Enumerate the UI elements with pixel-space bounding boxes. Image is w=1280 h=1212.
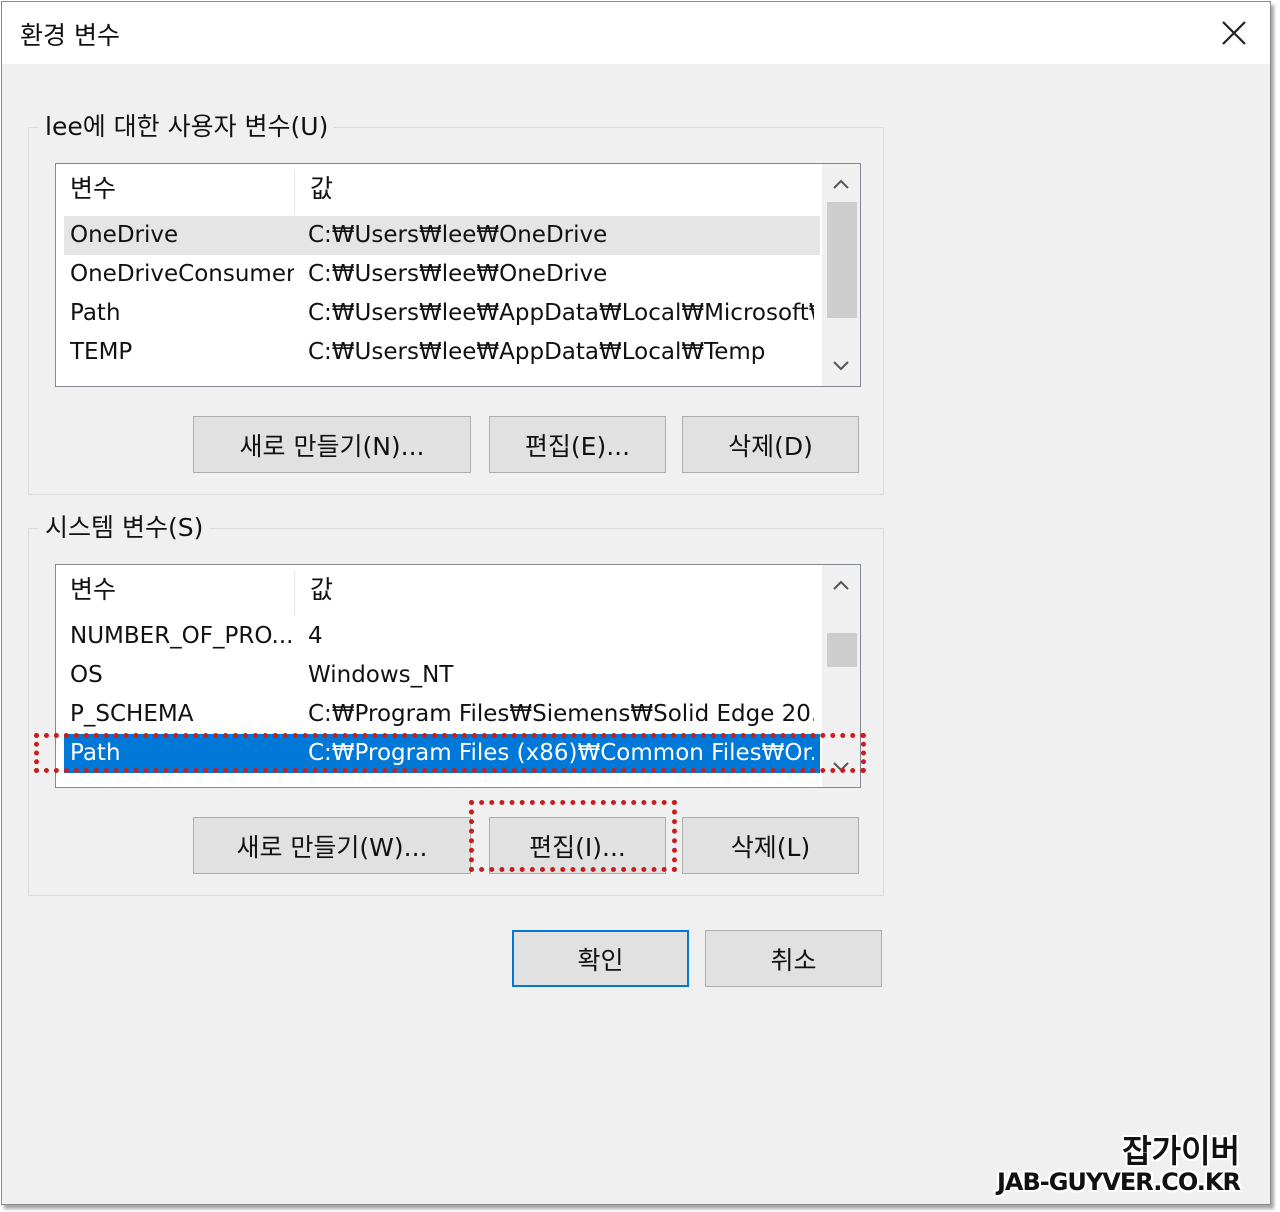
list-item-selected-path[interactable]: Path C:₩Program Files (x86)₩Common Files…: [64, 734, 820, 773]
variable-name: NUMBER_OF_PRO...: [70, 623, 294, 649]
variable-value: C:₩Users₩lee₩OneDrive: [308, 261, 608, 287]
list-item[interactable]: TEMP C:₩Users₩lee₩AppData₩Local₩Temp: [64, 333, 820, 372]
variable-name: OS: [70, 662, 103, 688]
vertical-scrollbar[interactable]: [822, 164, 860, 386]
system-variables-list[interactable]: 변수 값 NUMBER_OF_PRO... 4 OS Windows_NT P_…: [55, 564, 861, 788]
variable-name: Path: [70, 300, 121, 326]
system-new-button[interactable]: 새로 만들기(W)...: [193, 817, 471, 874]
vertical-scrollbar[interactable]: [822, 565, 860, 787]
chevron-down-icon: [833, 361, 849, 371]
column-header-value[interactable]: 값: [296, 565, 816, 615]
scroll-up-button[interactable]: [822, 164, 860, 204]
column-header-value[interactable]: 값: [296, 164, 816, 214]
close-button[interactable]: [1198, 2, 1270, 64]
system-delete-button[interactable]: 삭제(L): [682, 817, 859, 874]
list-header: 변수 값: [56, 164, 820, 214]
variable-name: OneDrive: [70, 222, 179, 248]
environment-variables-dialog: 환경 변수 lee에 대한 사용자 변수(U) 변수 값 OneDrive C:…: [1, 1, 1271, 1205]
column-header-variable[interactable]: 변수: [56, 565, 294, 615]
chevron-up-icon: [833, 179, 849, 189]
scroll-down-button[interactable]: [822, 346, 860, 386]
variable-value: C:₩Program Files (x86)₩Common Files₩Or..…: [308, 740, 814, 766]
variable-name: TEMP: [70, 339, 133, 365]
list-item[interactable]: OS Windows_NT: [64, 656, 820, 695]
chevron-up-icon: [833, 580, 849, 590]
watermark-logo-text: 잡가이버: [1122, 1132, 1240, 1170]
list-item[interactable]: OneDriveConsumer C:₩Users₩lee₩OneDrive: [64, 255, 820, 294]
user-new-button[interactable]: 새로 만들기(N)...: [193, 416, 471, 473]
system-variables-label: 시스템 변수(S): [39, 512, 210, 544]
variable-value: Windows_NT: [308, 662, 454, 688]
scroll-down-button[interactable]: [822, 747, 860, 787]
window-title: 환경 변수: [20, 21, 120, 50]
user-variables-list[interactable]: 변수 값 OneDrive C:₩Users₩lee₩OneDrive OneD…: [55, 163, 861, 387]
column-header-variable[interactable]: 변수: [56, 164, 294, 214]
variable-value: C:₩Users₩lee₩AppData₩Local₩Temp: [308, 339, 766, 365]
variable-name: OneDriveConsumer: [70, 261, 294, 287]
close-icon: [1222, 21, 1246, 45]
variable-value: C:₩Program Files₩Siemens₩Solid Edge 20..…: [308, 701, 814, 727]
user-variables-label: lee에 대한 사용자 변수(U): [39, 111, 335, 143]
cancel-button[interactable]: 취소: [705, 930, 882, 987]
scroll-up-button[interactable]: [822, 565, 860, 605]
user-edit-button[interactable]: 편집(E)...: [489, 416, 666, 473]
list-item[interactable]: NUMBER_OF_PRO... 4: [64, 617, 820, 656]
variable-name: Path: [70, 740, 121, 766]
user-variables-group: lee에 대한 사용자 변수(U) 변수 값 OneDrive C:₩Users…: [28, 111, 884, 495]
user-delete-button[interactable]: 삭제(D): [682, 416, 859, 473]
list-header: 변수 값: [56, 565, 820, 615]
scroll-thumb[interactable]: [827, 202, 857, 318]
chevron-down-icon: [833, 762, 849, 772]
system-edit-button[interactable]: 편집(I)...: [489, 817, 666, 874]
list-item[interactable]: P_SCHEMA C:₩Program Files₩Siemens₩Solid …: [64, 695, 820, 734]
variable-value: C:₩Users₩lee₩AppData₩Local₩Microsoft₩...: [308, 300, 814, 326]
system-variables-group: 시스템 변수(S) 변수 값 NUMBER_OF_PRO... 4 OS Win…: [28, 512, 884, 896]
variable-value: C:₩Users₩lee₩OneDrive: [308, 222, 608, 248]
scroll-thumb[interactable]: [827, 633, 857, 667]
watermark-url: JAB-GUYVER.CO.KR: [996, 1168, 1241, 1196]
variable-value: 4: [308, 623, 323, 649]
variable-name: P_SCHEMA: [70, 701, 194, 727]
list-item[interactable]: OneDrive C:₩Users₩lee₩OneDrive: [64, 216, 820, 255]
ok-button[interactable]: 확인: [512, 930, 689, 987]
list-item[interactable]: Path C:₩Users₩lee₩AppData₩Local₩Microsof…: [64, 294, 820, 333]
title-bar: 환경 변수: [2, 2, 1270, 64]
